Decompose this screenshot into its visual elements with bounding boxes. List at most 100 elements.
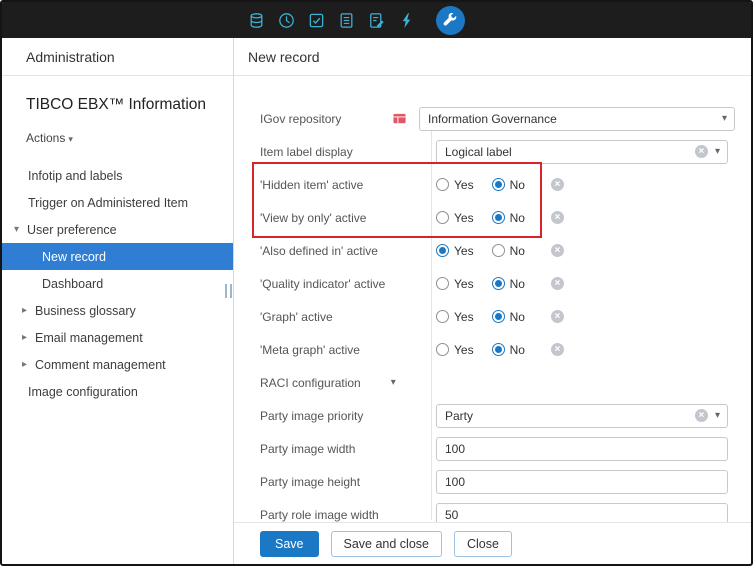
radio-dot — [495, 280, 502, 287]
radio-dot — [439, 247, 446, 254]
radio-icon — [436, 178, 449, 191]
sidebar-item-label: Trigger on Administered Item — [28, 196, 188, 210]
also-defined-in-active-radio-group: Yes No × — [436, 244, 564, 258]
field-label: 'Graph' active — [260, 310, 430, 324]
sidebar-item-infotip-and-labels[interactable]: Infotip and labels — [2, 162, 233, 189]
item-label-display-dropdown[interactable]: Logical label×▾ — [436, 140, 728, 164]
form-row-quality-indicator-active: 'Quality indicator' active Yes No × — [260, 267, 751, 300]
clear-icon[interactable]: × — [551, 277, 564, 290]
actions-menu[interactable]: Actions▾ — [26, 131, 73, 145]
field-label: 'Quality indicator' active — [260, 277, 430, 291]
sidebar-item-trigger-on-administered-item[interactable]: Trigger on Administered Item — [2, 189, 233, 216]
sidebar-item-label: User preference — [27, 223, 117, 237]
form-edit-icon[interactable] — [368, 12, 385, 29]
radio-yes[interactable]: Yes — [436, 178, 474, 192]
sidebar-resize-handle[interactable] — [225, 284, 232, 298]
form-row-also-defined-in-active: 'Also defined in' active Yes No × — [260, 234, 751, 267]
field-label: 'Meta graph' active — [260, 343, 430, 357]
radio-yes[interactable]: Yes — [436, 244, 474, 258]
save-button[interactable]: Save — [260, 531, 319, 557]
field-label: Party role image width — [260, 508, 430, 522]
sidebar-item-user-preference[interactable]: ▾User preference — [2, 216, 233, 243]
view-by-only-active-radio-group: Yes No × — [436, 211, 564, 225]
sidebar-item-label: Infotip and labels — [28, 169, 123, 183]
chevron-down-icon: ▾ — [68, 134, 73, 144]
main-panel: New record IGov repositoryInformation Go… — [234, 38, 751, 564]
radio-option-label: Yes — [454, 211, 474, 225]
radio-yes[interactable]: Yes — [436, 310, 474, 324]
field-label: RACI configuration — [260, 376, 361, 390]
radio-icon — [436, 211, 449, 224]
sidebar-item-email-management[interactable]: ▸Email management — [2, 324, 233, 351]
radio-yes[interactable]: Yes — [436, 277, 474, 291]
radio-dot — [495, 214, 502, 221]
sidebar-item-comment-management[interactable]: ▸Comment management — [2, 351, 233, 378]
clear-icon[interactable]: × — [551, 178, 564, 191]
form-row-graph-active: 'Graph' active Yes No × — [260, 300, 751, 333]
form-row-hidden-item-active: 'Hidden item' activeYesNo× — [260, 168, 751, 201]
sidebar-menu: Infotip and labels Trigger on Administere… — [2, 162, 233, 405]
sidebar-item-label: Business glossary — [35, 304, 136, 318]
form-row-item-label-display: Item label display Logical label×▾ — [260, 135, 751, 168]
chevron-down-icon: ▾ — [14, 224, 27, 235]
form-row-party-image-priority: Party image priority Party×▾ — [260, 399, 751, 432]
radio-no[interactable]: No — [492, 277, 525, 291]
radio-no[interactable]: No — [492, 244, 525, 258]
radio-no[interactable]: No — [492, 310, 525, 324]
actions-label: Actions — [26, 131, 65, 145]
sidebar-item-image-configuration[interactable]: Image configuration — [2, 378, 233, 405]
igov-repository-dropdown[interactable]: Information Governance▾ — [419, 107, 735, 131]
radio-yes[interactable]: Yes — [436, 211, 474, 225]
clear-icon[interactable]: × — [695, 145, 708, 158]
party-image-height-input[interactable] — [436, 470, 728, 494]
radio-option-label: No — [510, 244, 525, 258]
radio-icon — [492, 178, 505, 191]
radio-option-label: Yes — [454, 244, 474, 258]
party-role-image-width-input[interactable] — [436, 503, 728, 523]
field-label: 'Also defined in' active — [260, 244, 430, 258]
clear-icon[interactable]: × — [695, 409, 708, 422]
sidebar-header: Administration — [2, 38, 233, 76]
radio-option-label: No — [510, 310, 525, 324]
form-row-meta-graph-active: 'Meta graph' active Yes No × — [260, 333, 751, 366]
wrench-icon[interactable] — [436, 6, 465, 35]
radio-no[interactable]: No — [492, 178, 525, 192]
chevron-down-icon: ▾ — [722, 113, 727, 124]
database-icon[interactable] — [248, 12, 265, 29]
clear-icon[interactable]: × — [551, 244, 564, 257]
radio-option-label: Yes — [454, 277, 474, 291]
clock-icon[interactable] — [278, 12, 295, 29]
clear-icon[interactable]: × — [551, 310, 564, 323]
radio-icon — [492, 244, 505, 257]
radio-icon — [492, 343, 505, 356]
sidebar-item-new-record[interactable]: New record — [2, 243, 233, 270]
form-footer: Save Save and close Close — [234, 522, 751, 564]
clear-icon[interactable]: × — [551, 343, 564, 356]
sidebar: Administration TIBCO EBX™ Information Ac… — [2, 38, 234, 564]
form-icon[interactable] — [338, 12, 355, 29]
party-image-priority-dropdown[interactable]: Party×▾ — [436, 404, 728, 428]
chevron-right-icon: ▸ — [22, 359, 35, 370]
field-label: 'View by only' active — [260, 211, 430, 225]
sidebar-item-label: Image configuration — [28, 385, 138, 399]
lightning-icon[interactable] — [398, 12, 415, 29]
sidebar-item-dashboard[interactable]: Dashboard — [2, 270, 233, 297]
chevron-right-icon: ▸ — [22, 332, 35, 343]
clear-icon[interactable]: × — [551, 211, 564, 224]
sidebar-item-business-glossary[interactable]: ▸Business glossary — [2, 297, 233, 324]
radio-no[interactable]: No — [492, 343, 525, 357]
field-label: Party image height — [260, 475, 430, 489]
checklist-icon[interactable] — [308, 12, 325, 29]
topbar — [2, 2, 751, 38]
radio-no[interactable]: No — [492, 211, 525, 225]
radio-icon — [436, 343, 449, 356]
party-image-width-input[interactable] — [436, 437, 728, 461]
save-and-close-button[interactable]: Save and close — [331, 531, 442, 557]
chevron-down-icon[interactable]: ▾ — [391, 377, 396, 388]
field-label: Item label display — [260, 145, 430, 159]
close-button[interactable]: Close — [454, 531, 512, 557]
form-row-igov-repository: IGov repositoryInformation Governance▾ — [260, 102, 751, 135]
field-label: Party image priority — [260, 409, 430, 423]
radio-option-label: No — [510, 211, 525, 225]
radio-yes[interactable]: Yes — [436, 343, 474, 357]
